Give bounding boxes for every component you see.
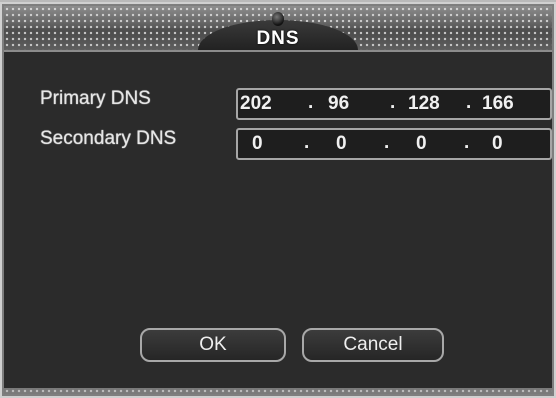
secondary-dns-label: Secondary DNS [40,128,177,149]
ip-separator: . [466,92,472,113]
primary-dns-octet-4[interactable]: 166 [482,93,514,115]
primary-dns-input[interactable]: 202 . 96 . 128 . 166 [236,88,552,120]
ip-separator: . [308,92,314,113]
secondary-dns-octet-2[interactable]: 0 [336,133,347,155]
cancel-button[interactable]: Cancel [302,328,444,362]
primary-dns-octet-3[interactable]: 128 [408,93,440,115]
title-knob-icon [272,12,284,26]
dns-dialog: DNS Primary DNS 202 . 96 . 128 . 166 Sec… [2,4,554,396]
dialog-title: DNS [256,28,300,49]
secondary-dns-octet-3[interactable]: 0 [416,133,427,155]
ip-separator: . [464,132,470,153]
ip-separator: . [384,132,390,153]
ip-separator: . [390,92,396,113]
primary-dns-label: Primary DNS [40,88,151,109]
secondary-dns-octet-1[interactable]: 0 [252,133,263,155]
title-bar: DNS [4,6,552,52]
secondary-dns-octet-4[interactable]: 0 [492,133,503,155]
ok-button[interactable]: OK [140,328,286,362]
bottom-border [4,388,552,394]
primary-dns-octet-1[interactable]: 202 [240,93,272,115]
ip-separator: . [304,132,310,153]
secondary-dns-input[interactable]: 0 . 0 . 0 . 0 [236,128,552,160]
primary-dns-octet-2[interactable]: 96 [328,93,349,115]
